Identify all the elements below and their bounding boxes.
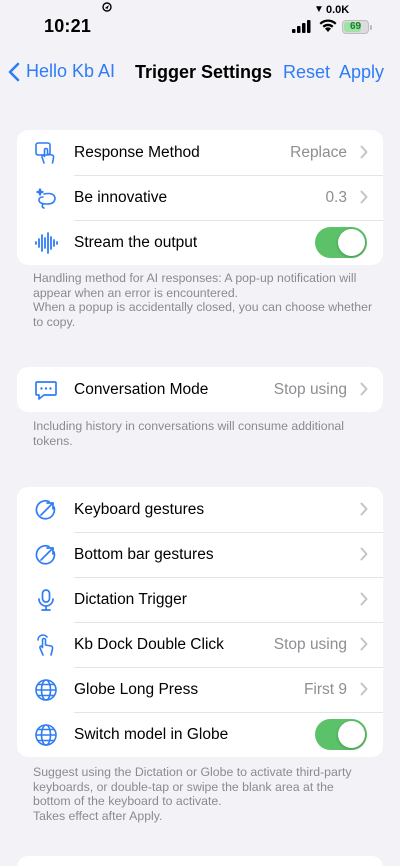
dock-double-click-label: Kb Dock Double Click (74, 635, 224, 653)
waveform-icon (33, 230, 59, 256)
next-settings-group (17, 856, 383, 866)
download-arrow-icon: ▼ (314, 4, 324, 15)
dock-double-click-value: Stop using (273, 635, 347, 653)
stream-output-row: Stream the output (17, 220, 383, 265)
sparkle-lasso-icon (33, 185, 59, 211)
back-button-label: Hello Kb AI (26, 61, 116, 81)
footnote-text: Including history in conversations will … (33, 419, 345, 448)
battery-icon: 69 (342, 20, 369, 34)
wifi-icon (318, 18, 338, 38)
chat-bubble-icon (33, 377, 59, 403)
status-time: 10:21 (44, 16, 92, 36)
chevron-right-icon (360, 592, 368, 606)
bottom-bar-gestures-label: Bottom bar gestures (74, 545, 214, 563)
chevron-right-icon (360, 190, 368, 204)
apply-button[interactable]: Apply (339, 62, 384, 83)
chevron-right-icon (360, 502, 368, 516)
chevron-left-icon (8, 62, 20, 81)
stream-output-toggle[interactable] (315, 227, 367, 258)
globe-icon (33, 677, 59, 703)
conversation-mode-value: Stop using (273, 380, 347, 398)
response-method-row[interactable]: Response Method Replace (17, 130, 383, 175)
status-bar: 10:21 ▼ 0.0K 69 (0, 0, 400, 46)
globe-icon (33, 722, 59, 748)
page-title: Trigger Settings (135, 62, 273, 82)
toggle-knob (338, 721, 365, 748)
footnote-text: Handling method for AI responses: A pop-… (33, 271, 373, 329)
trigger-group: Keyboard gestures Bottom bar gestures Di… (17, 487, 383, 757)
battery-level: 69 (349, 21, 362, 32)
switch-model-globe-row: Switch model in Globe (17, 712, 383, 757)
conversation-mode-label: Conversation Mode (74, 380, 209, 398)
bottom-bar-gestures-row[interactable]: Bottom bar gestures (17, 532, 383, 577)
chevron-right-icon (360, 145, 368, 159)
navigation-bar: Hello Kb AI Trigger Settings Reset Apply (0, 52, 400, 92)
double-tap-icon (33, 632, 59, 658)
battery-cap (370, 25, 372, 30)
footnote-text: Suggest using the Dictation or Globe to … (33, 765, 352, 823)
tap-hand-icon (33, 140, 59, 166)
globe-long-press-row[interactable]: Globe Long Press First 9 (17, 667, 383, 712)
response-method-label: Response Method (74, 143, 200, 161)
keyboard-gestures-row[interactable]: Keyboard gestures (17, 487, 383, 532)
response-method-value: Replace (290, 143, 347, 161)
dock-double-click-row[interactable]: Kb Dock Double Click Stop using (17, 622, 383, 667)
trigger-footnote: Suggest using the Dictation or Globe to … (33, 765, 373, 823)
reset-button[interactable]: Reset (283, 62, 330, 83)
keyboard-gestures-label: Keyboard gestures (74, 500, 205, 518)
be-innovative-row[interactable]: Be innovative 0.3 (17, 175, 383, 220)
switch-model-globe-toggle[interactable] (315, 719, 367, 750)
back-button[interactable]: Hello Kb AI (8, 61, 115, 82)
stream-output-label: Stream the output (74, 233, 198, 251)
gesture-icon (33, 497, 59, 523)
chevron-right-icon (360, 682, 368, 696)
response-settings-footnote: Handling method for AI responses: A pop-… (33, 271, 373, 329)
conversation-group: Conversation Mode Stop using (17, 367, 383, 412)
globe-long-press-label: Globe Long Press (74, 680, 199, 698)
chevron-right-icon (360, 637, 368, 651)
cellular-signal-icon (292, 20, 312, 38)
conversation-mode-row[interactable]: Conversation Mode Stop using (17, 367, 383, 412)
chevron-right-icon (360, 382, 368, 396)
gesture-icon (33, 542, 59, 568)
switch-model-globe-label: Switch model in Globe (74, 725, 229, 743)
location-icon (102, 2, 112, 15)
network-speed: 0.0K (326, 4, 350, 16)
chevron-right-icon (360, 547, 368, 561)
conversation-footnote: Including history in conversations will … (33, 419, 373, 448)
microphone-icon (33, 587, 59, 613)
be-innovative-value: 0.3 (325, 188, 347, 206)
be-innovative-label: Be innovative (74, 188, 168, 206)
dictation-trigger-label: Dictation Trigger (74, 590, 187, 608)
dictation-trigger-row[interactable]: Dictation Trigger (17, 577, 383, 622)
toggle-knob (338, 229, 365, 256)
response-settings-group: Response Method Replace Be innovative 0.… (17, 130, 383, 265)
globe-long-press-value: First 9 (303, 680, 347, 698)
